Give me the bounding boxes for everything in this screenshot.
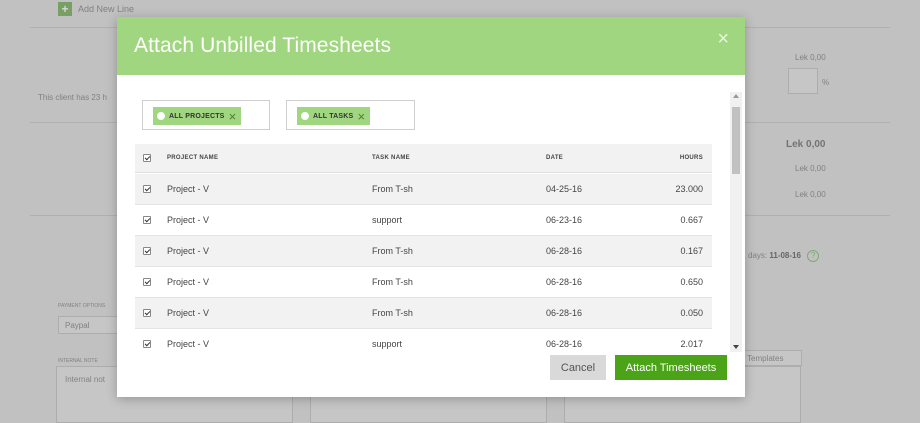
- cancel-button[interactable]: Cancel: [550, 355, 606, 380]
- hours-cell: 0.167: [680, 246, 703, 256]
- table-row[interactable]: Project - V support 06-23-16 0.667: [135, 205, 712, 236]
- modal-title: Attach Unbilled Timesheets: [134, 34, 392, 57]
- date-cell: 06-28-16: [546, 308, 583, 318]
- task-filter[interactable]: ALL TASKS ×: [286, 100, 415, 130]
- circle-icon: [157, 112, 165, 120]
- filter-chip-projects: ALL PROJECTS ×: [153, 107, 242, 125]
- table-scrollbar[interactable]: [730, 92, 742, 352]
- row-checkbox[interactable]: [143, 278, 151, 286]
- task-cell: support: [372, 215, 403, 225]
- task-cell: support: [372, 339, 403, 349]
- task-cell: From T-sh: [372, 246, 413, 256]
- hours-cell: 0.650: [680, 277, 703, 287]
- scrollbar-thumb[interactable]: [732, 107, 740, 174]
- task-cell: From T-sh: [372, 184, 413, 194]
- date-cell: 06-28-16: [546, 246, 583, 256]
- project-cell: Project - V: [167, 215, 210, 225]
- table-row[interactable]: Project - V From T-sh 06-28-16 0.650: [135, 267, 712, 298]
- table-row[interactable]: Project - V support 06-28-16 2.017: [135, 329, 712, 355]
- project-cell: Project - V: [167, 246, 210, 256]
- column-header-project: PROJECT NAME: [167, 155, 219, 161]
- row-checkbox[interactable]: [143, 309, 151, 317]
- date-cell: 06-28-16: [546, 277, 583, 287]
- table-row[interactable]: Project - V From T-sh 06-28-16 0.167: [135, 236, 712, 267]
- select-all-checkbox[interactable]: [143, 154, 151, 162]
- remove-icon[interactable]: ×: [229, 110, 237, 123]
- project-cell: Project - V: [167, 339, 210, 349]
- date-cell: 04-25-16: [546, 184, 583, 194]
- project-cell: Project - V: [167, 277, 210, 287]
- circle-icon: [301, 112, 309, 120]
- hours-cell: 2.017: [680, 339, 703, 349]
- date-cell: 06-28-16: [546, 339, 583, 349]
- scroll-up-arrow-icon[interactable]: [733, 94, 739, 98]
- close-icon[interactable]: ×: [717, 29, 729, 49]
- project-cell: Project - V: [167, 308, 210, 318]
- column-header-date: DATE: [546, 155, 564, 161]
- attach-timesheets-modal: Attach Unbilled Timesheets × ALL PROJECT…: [117, 17, 745, 397]
- date-cell: 06-23-16: [546, 215, 583, 225]
- column-header-task: TASK NAME: [372, 155, 410, 161]
- project-cell: Project - V: [167, 184, 210, 194]
- filter-chip-tasks: ALL TASKS ×: [297, 107, 371, 125]
- table-row[interactable]: Project - V From T-sh 04-25-16 23.000: [135, 174, 712, 205]
- column-header-hours: HOURS: [679, 155, 703, 161]
- remove-icon[interactable]: ×: [357, 110, 365, 123]
- row-checkbox[interactable]: [143, 216, 151, 224]
- scroll-down-arrow-icon[interactable]: [733, 345, 739, 349]
- hours-cell: 23.000: [675, 184, 703, 194]
- table-header: PROJECT NAME TASK NAME DATE HOURS: [135, 144, 712, 173]
- attach-timesheets-button[interactable]: Attach Timesheets: [615, 355, 727, 380]
- table-row[interactable]: Project - V From T-sh 06-28-16 0.050: [135, 298, 712, 329]
- task-cell: From T-sh: [372, 277, 413, 287]
- modal-header: Attach Unbilled Timesheets ×: [117, 17, 745, 75]
- hours-cell: 0.667: [680, 215, 703, 225]
- timesheets-table: PROJECT NAME TASK NAME DATE HOURS Projec…: [135, 144, 712, 355]
- filter-chip-label: ALL PROJECTS: [169, 112, 225, 120]
- row-checkbox[interactable]: [143, 247, 151, 255]
- filter-chip-label: ALL TASKS: [313, 112, 354, 120]
- row-checkbox[interactable]: [143, 185, 151, 193]
- task-cell: From T-sh: [372, 308, 413, 318]
- row-checkbox[interactable]: [143, 340, 151, 348]
- project-filter[interactable]: ALL PROJECTS ×: [142, 100, 270, 130]
- hours-cell: 0.050: [680, 308, 703, 318]
